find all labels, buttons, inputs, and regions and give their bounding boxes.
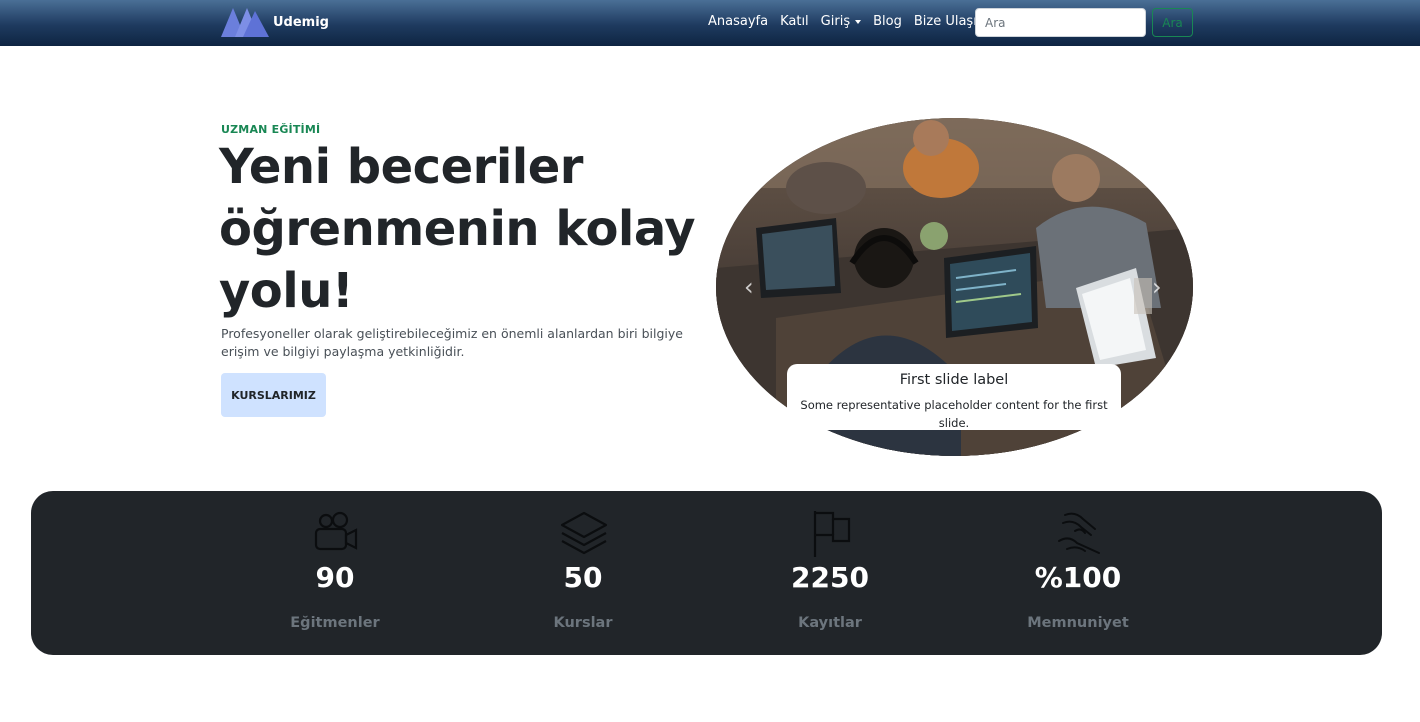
flag-icon [813,511,851,557]
nav-link-katil[interactable]: Katıl [780,14,809,29]
stats-section: 90 Eğitmenler 50 Kurslar 2250 Kayıtlar %… [31,491,1382,655]
layers-icon [560,511,608,555]
hero-eyebrow: UZMAN EĞİTİMİ [221,123,321,136]
courses-button[interactable]: KURSLARIMIZ [221,373,326,417]
hero-title: Yeni beceriler öğrenmenin kolay yolu! [219,139,696,319]
nav-dropdown-giris-label: Giriş [820,14,851,29]
carousel-caption-title: First slide label [899,372,1009,388]
stat-label: Kurslar [553,615,613,631]
navbar: Udemig Anasayfa Katıl Giriş Blog Bize Ul… [0,0,1420,46]
brand[interactable]: Udemig [221,7,329,37]
stat-label: Kayıtlar [798,615,862,631]
hero-carousel: ‹ › First slide label Some representativ… [716,118,1193,456]
stat-value: 50 [563,561,603,594]
stat-value: %100 [1034,561,1122,594]
carousel-next-icon[interactable]: › [1152,273,1162,301]
brand-name: Udemig [273,14,329,30]
carousel-caption-text: Some representative placeholder content … [800,398,1108,430]
hero-description: Profesyoneller olarak geliştirebileceğim… [221,326,683,359]
nav-links: Anasayfa Katıl Giriş Blog Bize Ulaşın [708,14,997,29]
stat-value: 2250 [791,561,869,594]
caret-down-icon [855,19,862,24]
nav-link-anasayfa[interactable]: Anasayfa [708,14,768,29]
search-input[interactable] [975,8,1146,37]
carousel-prev-icon[interactable]: ‹ [744,273,754,301]
stat-label: Eğitmenler [290,615,380,631]
hand-heart-icon [1058,512,1100,554]
stat-label: Memnuniyet [1027,615,1129,631]
search-button[interactable]: Ara [1152,8,1193,37]
brand-logo-icon [221,8,269,37]
nav-link-blog[interactable]: Blog [873,14,902,29]
nav-dropdown-giris[interactable]: Giriş [820,14,862,29]
video-camera-icon [314,511,358,551]
stat-value: 90 [315,561,355,594]
